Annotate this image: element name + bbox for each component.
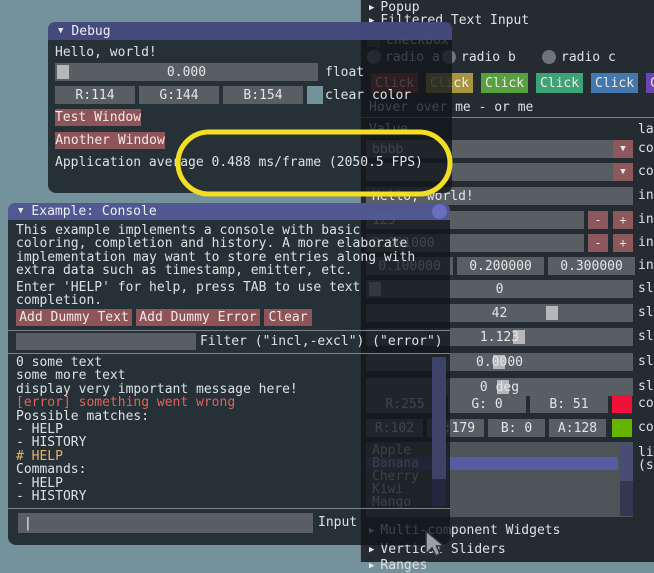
color2-a-field[interactable]: A:128 (549, 419, 606, 437)
log-line: 0 some text (16, 356, 430, 369)
click-button-3[interactable]: Click (481, 73, 528, 93)
clear-color-r-field[interactable]: R:114 (55, 86, 135, 104)
widget-label: la (638, 123, 654, 136)
listbox-scrollbar-grab[interactable] (620, 443, 633, 481)
widget-label: com (638, 165, 654, 178)
widget-label: sl (638, 282, 654, 295)
color2-swatch[interactable] (612, 419, 632, 437)
decrement-button[interactable]: - (588, 211, 608, 229)
click-button-5[interactable]: Click (591, 73, 638, 93)
hello-world-text: Hello, world! (55, 46, 157, 59)
radio-c-label: radio c (561, 51, 616, 64)
clear-color-g-field[interactable]: G:144 (139, 86, 219, 104)
widget-label: co (638, 421, 654, 434)
clear-color-swatch[interactable] (307, 86, 323, 104)
another-window-button[interactable]: Another Window (55, 132, 165, 149)
color2-b-field[interactable]: B: 0 (488, 419, 545, 437)
slider-grab[interactable] (546, 306, 558, 320)
increment-button[interactable]: + (613, 211, 633, 229)
tree-arrow-icon: ▶ (369, 3, 374, 13)
log-line: - HELP (16, 423, 430, 436)
console-log[interactable]: 0 some text some more text display very … (16, 356, 430, 507)
combo-arrow-button[interactable]: ▼ (613, 140, 633, 158)
log-line: - HISTORY (16, 490, 430, 503)
filter-label: Filter ("incl,-excl") ("error") (200, 335, 443, 348)
debug-window: ▼ Debug Hello, world! 0.000 float R:114 … (48, 22, 452, 193)
widget-label: com (638, 142, 654, 155)
add-dummy-error-button[interactable]: Add Dummy Error (136, 309, 260, 326)
console-intro-text: This example implements a console with b… (16, 224, 415, 278)
widget-label: in (638, 213, 654, 226)
tree-node-vertical-sliders[interactable]: ▶Vertical Sliders (369, 543, 506, 557)
clear-color-label: clear color (325, 89, 411, 102)
float-slider[interactable]: 0.000 (55, 63, 318, 81)
decrement-button[interactable]: - (588, 234, 608, 252)
text-caret: | (24, 517, 32, 530)
debug-titlebar[interactable]: ▼ Debug (48, 22, 452, 40)
widget-label: sl (638, 330, 654, 343)
widget-label: in (638, 189, 654, 202)
color1-b-field[interactable]: B: 51 (530, 395, 608, 413)
separator (8, 330, 450, 331)
console-window-title: Example: Console (31, 205, 156, 218)
widget-label: sl (638, 355, 654, 368)
console-scrollbar[interactable] (432, 357, 446, 506)
collapse-arrow-icon: ▼ (58, 25, 63, 38)
log-line: Possible matches: (16, 410, 430, 423)
console-input-label: Input (318, 516, 357, 529)
color1-g-field[interactable]: G: 0 (448, 395, 526, 413)
radio-c-button[interactable] (542, 50, 556, 64)
listbox-scrollbar[interactable] (620, 443, 633, 516)
separator (8, 353, 450, 354)
close-button[interactable] (432, 204, 447, 219)
console-input-field[interactable]: | (18, 513, 313, 533)
float-slider-label: float (325, 66, 364, 79)
widget-label: in (638, 236, 654, 249)
log-line: some more text (16, 369, 430, 382)
add-dummy-text-button[interactable]: Add Dummy Text (16, 309, 132, 326)
clear-button[interactable]: Clear (264, 309, 312, 326)
tree-arrow-icon: ▶ (369, 561, 374, 571)
click-button-6[interactable]: Click (646, 73, 654, 93)
chevron-down-icon: ▼ (620, 166, 625, 179)
click-button-4[interactable]: Click (536, 73, 583, 93)
test-window-button[interactable]: Test Window (55, 109, 141, 126)
widget-label: in (638, 259, 654, 272)
console-titlebar[interactable]: ▼ Example: Console (8, 203, 450, 220)
increment-button[interactable]: + (613, 234, 633, 252)
collapse-arrow-icon: ▼ (18, 205, 23, 218)
widget-label: sl (638, 306, 654, 319)
log-line: - HISTORY (16, 436, 430, 449)
log-line: Commands: (16, 463, 430, 476)
separator (8, 508, 450, 509)
filter-input[interactable] (16, 333, 196, 350)
slider-grab[interactable] (57, 65, 69, 79)
debug-window-title: Debug (71, 25, 110, 38)
desktop: { "colors": { "clear_background": "#7492… (0, 0, 654, 562)
input-float3-z[interactable]: 0.300000 (548, 257, 635, 275)
widget-label: co (638, 397, 654, 410)
log-line: [error] something went wrong (16, 396, 430, 409)
widget-label: (s (638, 459, 654, 472)
combo-arrow-button[interactable]: ▼ (613, 163, 633, 181)
chevron-down-icon: ▼ (620, 143, 625, 156)
log-line: display very important message here! (16, 383, 430, 396)
input-float3-y[interactable]: 0.200000 (457, 257, 544, 275)
tree-arrow-icon: ▶ (369, 545, 374, 555)
radio-b-label: radio b (461, 51, 516, 64)
color1-swatch[interactable] (612, 395, 632, 413)
log-line: - HELP (16, 477, 430, 490)
console-window: ▼ Example: Console This example implemen… (8, 203, 450, 545)
log-line: # HELP (16, 450, 430, 463)
widget-label: sl (638, 380, 654, 393)
tree-node-partial[interactable]: ▶Ranges (369, 559, 427, 573)
console-scrollbar-grab[interactable] (432, 357, 446, 479)
fps-stats-text: Application average 0.488 ms/frame (2050… (55, 156, 423, 169)
clear-color-b-field[interactable]: B:154 (223, 86, 303, 104)
console-intro-text2: Enter 'HELP' for help, press TAB to use … (16, 281, 360, 308)
